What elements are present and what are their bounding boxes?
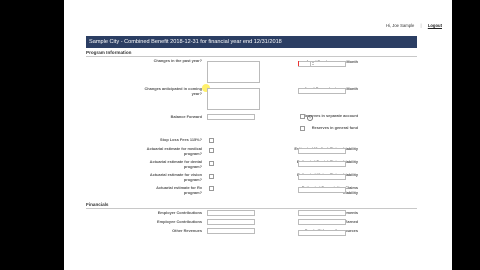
text-caret [298,61,299,66]
stepper-icon[interactable] [310,61,314,66]
actuarial-dental-checkbox[interactable] [209,161,214,166]
help-icon[interactable]: ? [307,114,313,121]
user-bar: Hi, Joe Sample | Logout [386,23,442,28]
logout-link[interactable]: Logout [428,23,442,28]
reserves-separate-checkbox[interactable] [300,114,305,119]
financials-heading: Financials [86,202,109,207]
est-medical-input[interactable] [298,148,346,154]
actuarial-vision-label: Actuarial estimate for vision program? [149,172,202,182]
employee-contributions-label: Employee Contributions [157,219,202,224]
other-revenues-input[interactable] [207,228,255,234]
est-rx-input[interactable] [298,187,346,193]
actuarial-dental-label: Actuarial estimate for dental program? [149,159,202,169]
funds-in-input[interactable] [298,230,346,236]
stop-loss-checkbox[interactable] [209,138,214,143]
separator: | [420,23,422,28]
section-divider [86,208,417,209]
user-greeting: Hi, Joe Sample [385,23,415,28]
actuarial-rx-checkbox[interactable] [209,186,214,191]
reserves-general-checkbox[interactable] [300,126,305,131]
avg-employees-input[interactable] [298,61,346,67]
form-title-bar: Sample City - Combined Benefit 2018-12-3… [86,36,417,48]
changes-past-year-textarea[interactable] [207,61,260,83]
balance-forward-label: Balance Forward [170,114,202,119]
actuarial-rx-label: Actuarial estimate for Rx program? [156,185,202,195]
program-information-heading: Program Information [86,50,132,55]
employer-contributions-label: Employer Contributions [157,210,202,215]
form-page: Hi, Joe Sample | Logout Sample City - Co… [64,0,452,270]
changes-past-year-label: Changes in the past year? [153,58,202,63]
other-revenues-label: Other Revenues [172,228,202,233]
balance-forward-input[interactable] [207,114,255,120]
est-dental-input[interactable] [298,161,346,167]
section-divider [86,56,417,57]
employer-contributions-input[interactable] [207,210,255,216]
interest-income-input[interactable] [298,219,346,225]
actuarial-vision-checkbox[interactable] [209,174,214,179]
other-reimbursements-input[interactable] [298,210,346,216]
changes-anticipated-textarea[interactable] [207,88,260,110]
stop-loss-label: Stop Loss Fees 115%? [160,137,202,142]
actuarial-medical-checkbox[interactable] [209,148,214,153]
avg-dependents-input[interactable] [298,88,346,94]
changes-anticipated-label: Changes anticipated in coming year? [144,86,202,96]
actuarial-medical-label: Actuarial estimate for medical program? [146,146,202,156]
employee-contributions-input[interactable] [207,219,255,225]
est-vision-input[interactable] [298,174,346,180]
